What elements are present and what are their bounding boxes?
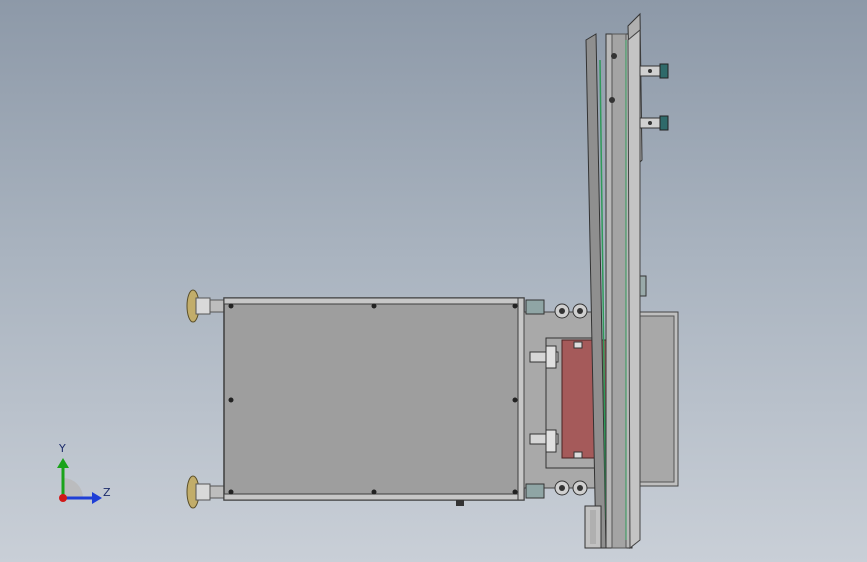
assembly-view[interactable] (0, 0, 867, 562)
screw (228, 397, 234, 403)
bracket-lower (639, 115, 669, 131)
coordinate-triad (57, 458, 102, 504)
z-axis-arrow (92, 492, 102, 504)
bracket-upper (639, 63, 669, 79)
screw (228, 489, 234, 495)
screw (371, 303, 377, 309)
z-axis-label: Z (103, 486, 111, 499)
y-axis-label: Y (59, 442, 66, 455)
y-axis-arrow (57, 458, 69, 468)
leveling-foot-top (186, 289, 227, 323)
leveling-foot-bottom (186, 475, 227, 509)
x-axis-dot (59, 494, 67, 502)
vertical-rail-right[interactable] (627, 12, 643, 550)
screw (228, 303, 234, 309)
screw (512, 397, 518, 403)
screw (512, 489, 518, 495)
main-housing[interactable] (223, 297, 525, 506)
cad-viewport[interactable]: Y Z (0, 0, 867, 562)
bottom-mount (584, 505, 602, 549)
screw (371, 489, 377, 495)
screw (512, 303, 518, 309)
